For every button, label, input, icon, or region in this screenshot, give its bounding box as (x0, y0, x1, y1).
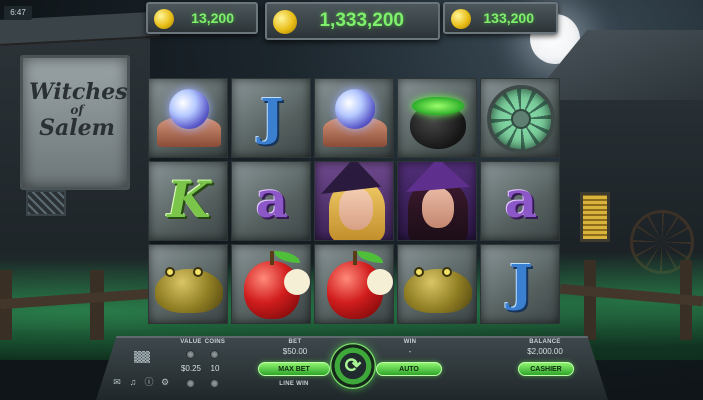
jackpot-right-value: 133,200 (483, 10, 534, 26)
value-increase-button[interactable] (186, 350, 195, 359)
refresh-icon: ⟳ (344, 355, 362, 377)
symbol-blonde-witch (314, 161, 394, 241)
coins-display: 10 (210, 364, 220, 373)
jackpot-left-value: 13,200 (191, 10, 234, 26)
symbol-toad (397, 244, 477, 324)
right-fence (559, 260, 703, 340)
value-label: VALUE (180, 339, 202, 345)
symbol-crystal-ball (314, 78, 394, 158)
symbol-crystal-ball (148, 78, 228, 158)
jackpot-center-value: 1,333,200 (319, 10, 404, 31)
symbol-j: J (231, 78, 311, 158)
symbol-stained-glass-window (480, 78, 560, 158)
clock: 6:47 (4, 6, 32, 20)
cashier-button[interactable]: CASHIER (518, 362, 574, 376)
coin-icon (451, 9, 471, 29)
symbol-j: J (480, 244, 560, 324)
left-fence (0, 270, 151, 340)
symbol-a: a (231, 161, 311, 241)
gear-icon[interactable]: ⚙ (160, 377, 170, 387)
line-win-label: LINE WIN (279, 381, 309, 387)
info-icon[interactable]: ⓘ (144, 377, 154, 387)
value-display: $0.25 (180, 364, 202, 373)
game-logo: Witches of Salem (29, 79, 128, 141)
balance-value: $2,000.00 (527, 347, 563, 356)
coins-increase-button[interactable] (210, 350, 219, 359)
jackpot-right-panel: 133,200 (443, 2, 558, 34)
coins-decrease-button[interactable] (210, 379, 219, 388)
bet-value: $50.00 (282, 347, 308, 356)
max-bet-button[interactable]: MAX BET (258, 362, 330, 376)
balance-label: BALANCE (529, 339, 561, 345)
symbol-a: a (480, 161, 560, 241)
speaker-icon[interactable]: ♫ (128, 377, 138, 387)
lit-window (580, 192, 610, 242)
witches-of-salem-sign: Witches of Salem (20, 55, 130, 190)
chat-icon[interactable]: ✉ (112, 377, 122, 387)
symbol-k: K (148, 161, 228, 241)
left-house-window (26, 190, 66, 216)
jackpot-center-panel: 1,333,200 (265, 2, 440, 40)
symbol-dark-witch (397, 161, 477, 241)
symbol-apple (231, 244, 311, 324)
paytable-grid-icon[interactable] (134, 351, 150, 363)
value-decrease-button[interactable] (186, 379, 195, 388)
auto-button[interactable]: AUTO (376, 362, 442, 376)
symbol-toad (148, 244, 228, 324)
coin-icon (154, 9, 174, 29)
coin-icon (273, 10, 297, 34)
jackpot-left-panel: 13,200 (146, 2, 258, 34)
symbol-cauldron (397, 78, 477, 158)
reel-grid: J K a a J (148, 78, 562, 324)
symbol-apple (314, 244, 394, 324)
bet-label: BET (288, 339, 302, 345)
coins-label: COINS (204, 339, 226, 345)
win-value: - (408, 347, 412, 356)
spin-button[interactable]: ⟳ (330, 343, 376, 389)
win-label: WIN (403, 339, 417, 345)
